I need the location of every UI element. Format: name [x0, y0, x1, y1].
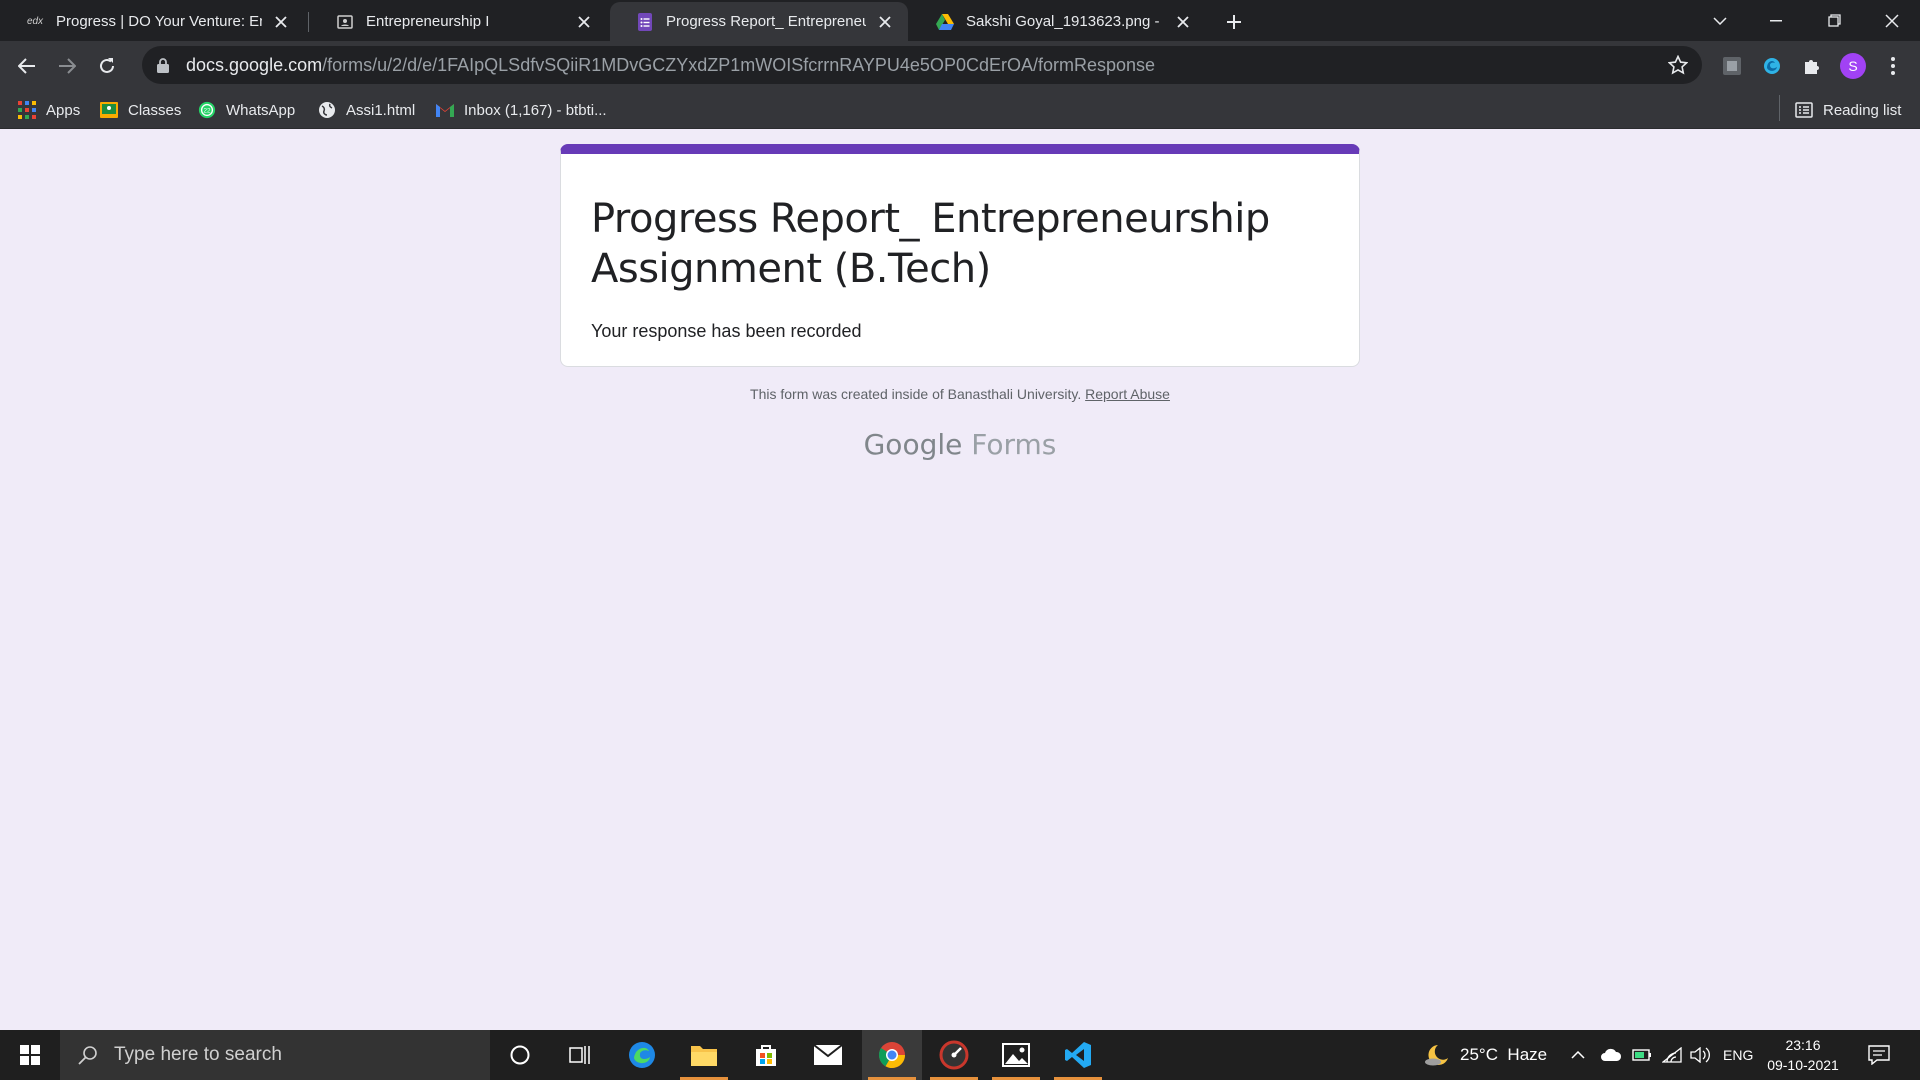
lock-icon[interactable] — [152, 54, 174, 76]
volume-icon[interactable] — [1690, 1030, 1712, 1080]
form-footer: This form was created inside of Banastha… — [0, 386, 1920, 402]
report-abuse-link[interactable]: Report Abuse — [1085, 386, 1170, 402]
minimize-button[interactable] — [1748, 0, 1804, 41]
speedometer-app-icon[interactable] — [924, 1030, 984, 1080]
notifications-icon[interactable] — [1868, 1030, 1890, 1080]
bookmark-star-icon[interactable] — [1666, 53, 1690, 77]
tab-search-button[interactable] — [1692, 0, 1748, 41]
bookmark-label: Apps — [46, 101, 81, 119]
bookmark-assi1[interactable]: Assi1.html — [318, 98, 415, 122]
show-hidden-icons-button[interactable] — [1571, 1030, 1585, 1080]
windows-start-button[interactable] — [0, 1030, 60, 1080]
menu-kebab-icon[interactable] — [1876, 49, 1910, 83]
tab-edx[interactable]: edx Progress | DO Your Venture: Entre — [0, 2, 304, 41]
edge-extension-icon[interactable] — [1755, 49, 1789, 83]
tab-google-drive[interactable]: Sakshi Goyal_1913623.png - Goo — [910, 2, 1206, 41]
search-icon — [76, 1043, 100, 1067]
battery-icon[interactable] — [1632, 1030, 1652, 1080]
task-view-button[interactable] — [550, 1030, 610, 1080]
apps-grid-icon — [18, 101, 36, 119]
bookmark-label: Assi1.html — [346, 101, 416, 119]
reading-list-button[interactable]: Reading list — [1795, 98, 1901, 122]
forms-icon — [636, 12, 654, 31]
chrome-app-icon[interactable] — [862, 1030, 922, 1080]
bookmark-label: WhatsApp — [226, 101, 296, 119]
clock-date: 09-10-2021 — [1767, 1057, 1839, 1073]
bookmark-whatsapp[interactable]: 22 WhatsApp — [198, 98, 295, 122]
weather-text: 25°C Haze — [1460, 1045, 1548, 1064]
globe-icon — [318, 101, 336, 119]
taskbar-clock[interactable]: 23:16 09-10-2021 — [1760, 1035, 1846, 1075]
mail-app-icon[interactable] — [798, 1030, 858, 1080]
tab-title: Sakshi Goyal_1913623.png - Goo — [966, 13, 1164, 30]
wifi-icon[interactable] — [1662, 1030, 1682, 1080]
reload-button[interactable] — [90, 49, 124, 83]
file-explorer-icon[interactable] — [674, 1030, 734, 1080]
onedrive-icon[interactable] — [1600, 1030, 1622, 1080]
url-path: /forms/u/2/d/e/1FAIpQLSdfvSQiiR1MDvGCZYx… — [322, 54, 1156, 75]
svg-text:22: 22 — [203, 108, 211, 115]
tab-strip: edx Progress | DO Your Venture: Entre En… — [0, 0, 1920, 41]
close-icon[interactable] — [1174, 13, 1192, 31]
extension-icon[interactable] — [1715, 49, 1749, 83]
address-bar[interactable]: docs.google.com/forms/u/2/d/e/1FAIpQLSdf… — [142, 46, 1702, 84]
close-icon[interactable] — [876, 13, 894, 31]
footer-text: This form was created inside of Banastha… — [750, 386, 1082, 402]
clock-time: 23:16 — [1785, 1037, 1821, 1053]
bookmark-label: Inbox (1,167) - btbti... — [464, 101, 607, 119]
browser-toolbar: docs.google.com/forms/u/2/d/e/1FAIpQLSdf… — [0, 41, 1920, 90]
microsoft-store-icon[interactable] — [736, 1030, 796, 1080]
vscode-app-icon[interactable] — [1048, 1030, 1108, 1080]
tab-google-form[interactable]: Progress Report_ Entrepreneursh — [610, 2, 908, 41]
search-placeholder: Type here to search — [114, 1044, 282, 1065]
tab-title: Progress | DO Your Venture: Entre — [56, 13, 262, 30]
edx-icon: edx — [26, 16, 44, 27]
url-text[interactable]: docs.google.com/forms/u/2/d/e/1FAIpQLSdf… — [186, 55, 1155, 76]
extensions-puzzle-icon[interactable] — [1795, 49, 1829, 83]
gmail-icon — [436, 101, 454, 119]
bookmarks-bar: Apps Classes 22 WhatsApp Assi1.html Inbo… — [0, 90, 1920, 129]
url-host: docs.google.com — [186, 54, 323, 75]
taskbar-search-input[interactable]: Type here to search — [60, 1030, 490, 1080]
form-title: Progress Report_ Entrepreneurship Assign… — [591, 196, 1270, 292]
tab-title: Entrepreneurship I — [366, 13, 490, 30]
classroom-icon — [336, 13, 354, 31]
windows-taskbar: Type here to search 25°C Haze ENG 23:16 … — [0, 1030, 1920, 1080]
form-response-card: Progress Report_ Entrepreneurship Assign… — [560, 144, 1360, 367]
bookmarks-divider — [1779, 95, 1780, 121]
bookmark-label: Classes — [128, 101, 182, 119]
photos-app-icon[interactable] — [986, 1030, 1046, 1080]
whatsapp-icon: 22 — [198, 101, 216, 119]
back-button[interactable] — [10, 49, 44, 83]
drive-icon — [936, 13, 954, 31]
google-forms-logo[interactable]: Google Forms — [0, 428, 1920, 461]
forward-button[interactable] — [50, 49, 84, 83]
close-icon[interactable] — [272, 13, 290, 31]
profile-avatar[interactable]: S — [1840, 53, 1866, 79]
bookmark-classes[interactable]: Classes — [100, 98, 181, 122]
weather-moon-icon — [1424, 1043, 1450, 1067]
forms-wordmark: Forms — [971, 428, 1057, 461]
google-wordmark: Google — [863, 428, 963, 461]
restore-button[interactable] — [1806, 0, 1862, 41]
reading-list-label: Reading list — [1823, 101, 1902, 119]
new-tab-button[interactable] — [1220, 8, 1248, 36]
edge-app-icon[interactable] — [612, 1030, 672, 1080]
tab-classroom[interactable]: Entrepreneurship I — [310, 2, 607, 41]
weather-widget[interactable]: 25°C Haze — [1424, 1030, 1547, 1080]
close-window-button[interactable] — [1864, 0, 1920, 41]
cortana-button[interactable] — [490, 1030, 550, 1080]
confirmation-message: Your response has been recorded — [591, 321, 862, 341]
bookmark-gmail-inbox[interactable]: Inbox (1,167) - btbti... — [436, 98, 607, 122]
bookmark-apps[interactable]: Apps — [18, 98, 80, 122]
close-icon[interactable] — [575, 13, 593, 31]
reading-list-icon — [1795, 101, 1813, 119]
language-indicator[interactable]: ENG — [1723, 1030, 1753, 1080]
classroom-icon — [100, 101, 118, 119]
tab-title: Progress Report_ Entrepreneursh — [666, 13, 866, 30]
